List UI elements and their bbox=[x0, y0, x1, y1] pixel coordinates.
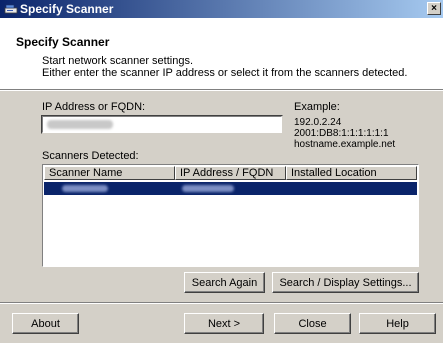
scanners-detected-label: Scanners Detected: bbox=[42, 150, 139, 162]
column-installed-location[interactable]: Installed Location bbox=[286, 166, 417, 180]
ip-address-label: IP Address or FQDN: bbox=[42, 101, 146, 113]
window-title: Specify Scanner bbox=[20, 2, 114, 16]
example-title: Example: bbox=[294, 101, 340, 113]
column-scanner-name[interactable]: Scanner Name bbox=[44, 166, 175, 180]
close-window-button[interactable]: × bbox=[427, 2, 441, 15]
example-ipv6: 2001:DB8:1:1:1:1:1:1 bbox=[294, 128, 389, 139]
help-button[interactable]: Help bbox=[359, 313, 436, 334]
example-hostname: hostname.example.net bbox=[294, 139, 396, 150]
column-ip-address[interactable]: IP Address / FQDN bbox=[175, 166, 286, 180]
redacted-ip-value bbox=[47, 120, 113, 129]
redacted-scanner-name bbox=[62, 185, 108, 192]
search-display-settings-button[interactable]: Search / Display Settings... bbox=[272, 272, 419, 293]
scanners-list[interactable]: Scanner Name IP Address / FQDN Installed… bbox=[42, 164, 419, 267]
table-row[interactable] bbox=[44, 182, 417, 195]
close-button[interactable]: Close bbox=[274, 313, 351, 334]
example-ipv4: 192.0.2.24 bbox=[294, 117, 342, 128]
header-divider bbox=[0, 90, 443, 91]
close-icon: × bbox=[431, 3, 437, 14]
next-button[interactable]: Next > bbox=[184, 313, 264, 334]
redacted-scanner-address bbox=[182, 185, 234, 192]
list-header: Scanner Name IP Address / FQDN Installed… bbox=[44, 166, 417, 180]
about-button[interactable]: About bbox=[12, 313, 79, 334]
footer-divider bbox=[0, 302, 443, 304]
specify-scanner-dialog: Specify Scanner × Specify Scanner Start … bbox=[0, 0, 443, 343]
instruction-line-1: Start network scanner settings. bbox=[42, 55, 194, 67]
scanner-app-icon bbox=[4, 4, 18, 14]
title-bar[interactable]: Specify Scanner × bbox=[0, 0, 443, 18]
search-again-button[interactable]: Search Again bbox=[184, 272, 265, 293]
wizard-header: Specify Scanner Start network scanner se… bbox=[0, 18, 443, 90]
page-title: Specify Scanner bbox=[16, 35, 110, 49]
ip-address-input[interactable] bbox=[41, 115, 283, 134]
instruction-line-2: Either enter the scanner IP address or s… bbox=[42, 67, 408, 79]
